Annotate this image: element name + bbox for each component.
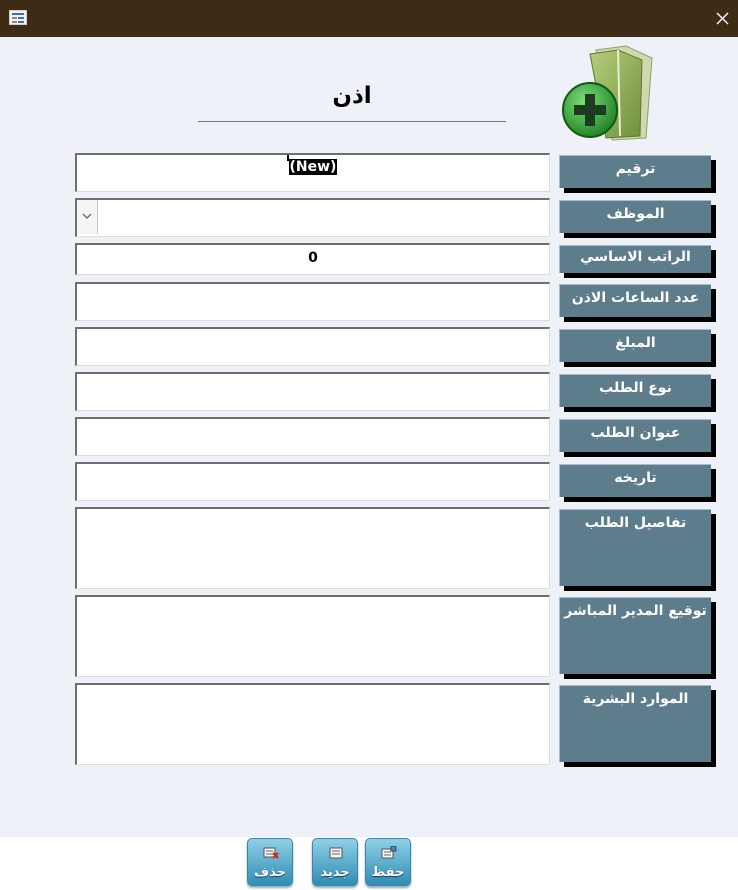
amount-field[interactable] [75,327,550,366]
record-number-value: (New) [288,159,338,175]
request-title-label: عنوان الطلب [559,419,711,452]
chevron-down-icon [82,213,92,219]
delete-button[interactable]: حذف [247,838,293,886]
request-details-label: تفاصيل الطلب [559,509,711,586]
form-title: اذن [332,83,372,109]
close-button[interactable] [708,0,738,37]
date-field[interactable] [75,462,550,501]
hr-field[interactable] [75,683,550,765]
delete-record-icon [263,847,279,859]
manager-signature-field[interactable] [75,595,550,677]
amount-label: المبلغ [559,329,711,362]
delete-button-label: حذف [254,865,286,880]
manager-signature-label: توقيع المدير المباشر [559,597,711,674]
new-button-label: جديد [320,865,350,880]
date-label: تاريخه [559,464,711,497]
employee-dropdown-button[interactable] [77,200,98,234]
save-record-icon [381,846,397,859]
request-type-label: نوع الطلب [559,374,711,407]
form-icon [9,10,27,25]
save-button[interactable]: حفظ [365,838,411,886]
window-titlebar [0,0,738,37]
hr-label: الموارد البشرية [559,685,711,762]
title-divider [198,121,506,122]
record-number-label: ترقيم [559,155,711,188]
save-button-label: حفظ [371,865,405,880]
permission-hours-label: عدد الساعات الاذن [559,284,711,317]
basic-salary-value: 0 [308,250,318,266]
basic-salary-label: الراتب الاساسي [559,245,711,273]
request-title-field[interactable] [75,417,550,456]
folder-add-icon [562,45,653,141]
employee-select[interactable] [75,198,550,237]
record-number-field[interactable]: (New) [75,153,550,192]
new-button[interactable]: جديد [312,838,358,886]
request-details-field[interactable] [75,507,550,589]
basic-salary-field[interactable]: 0 [75,243,550,275]
employee-label: الموظف [559,200,711,233]
request-type-field[interactable] [75,372,550,411]
new-record-icon [329,847,343,859]
permission-hours-field[interactable] [75,282,550,321]
close-icon [716,12,729,25]
